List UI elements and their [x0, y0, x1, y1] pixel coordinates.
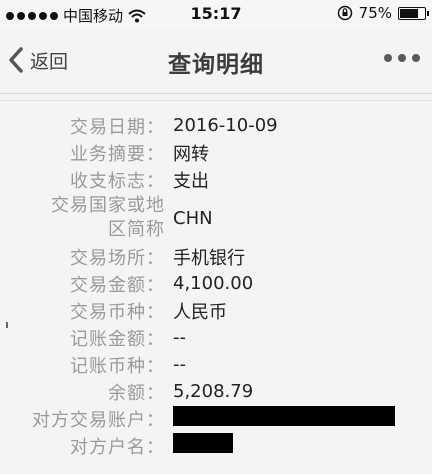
divider [0, 100, 432, 101]
detail-value: CHN [173, 207, 213, 229]
detail-label: 收支标志： [70, 170, 165, 192]
more-options-button[interactable] [384, 54, 420, 62]
detail-row-date: 交易日期： 2016-10-09 [0, 112, 432, 139]
detail-value: 网转 [173, 143, 209, 165]
page-title: 查询明细 [168, 52, 264, 78]
rotation-lock-icon [337, 5, 352, 21]
detail-row-country: 交易国家或地 区简称 CHN [0, 193, 432, 243]
battery-icon [398, 6, 429, 20]
detail-label: 交易日期： [70, 116, 165, 138]
detail-value: 2016-10-09 [173, 115, 278, 136]
detail-value: -- [173, 327, 186, 348]
detail-row-posted-amount: 记账金额： -- [0, 324, 432, 351]
detail-value [173, 433, 233, 458]
detail-label: 记账金额： [70, 328, 165, 350]
detail-label: 交易场所： [70, 247, 165, 269]
status-bar: 中国移动 15:17 75% [0, 0, 432, 28]
more-dot-icon [384, 54, 392, 62]
detail-value: 4,100.00 [173, 273, 254, 294]
detail-label: 交易币种： [70, 301, 165, 323]
detail-value: 手机银行 [173, 247, 245, 269]
detail-value [173, 406, 395, 431]
detail-row-posted-currency: 记账币种： -- [0, 351, 432, 378]
detail-label-line1: 交易国家或地 [51, 195, 165, 216]
detail-row-counterparty-account: 对方交易账户： [0, 405, 432, 432]
more-dot-icon [398, 54, 406, 62]
redaction-block [173, 406, 395, 426]
detail-label: 余额： [108, 382, 165, 404]
detail-value: 人民币 [173, 301, 227, 323]
status-right: 75% [337, 4, 429, 22]
redaction-block [173, 433, 233, 453]
detail-row-counterparty-name: 对方户名： [0, 432, 432, 459]
detail-label: 交易金额： [70, 274, 165, 296]
scroll-indicator [6, 322, 8, 328]
detail-label: 对方户名： [70, 436, 165, 458]
detail-value: 支出 [173, 170, 209, 192]
detail-row-currency: 交易币种： 人民币 [0, 297, 432, 324]
detail-row-balance: 余额： 5,208.79 [0, 378, 432, 405]
detail-row-venue: 交易场所： 手机银行 [0, 243, 432, 270]
detail-label: 记账币种： [70, 355, 165, 377]
detail-label: 对方交易账户： [32, 409, 165, 431]
navigation-bar: 返回 查询明细 [0, 28, 432, 94]
detail-label-line2: 区简称 [108, 219, 165, 240]
detail-label: 业务摘要： [70, 143, 165, 165]
transaction-details: 交易日期： 2016-10-09 业务摘要： 网转 收支标志： 支出 交易国家或… [0, 112, 432, 459]
more-dot-icon [412, 54, 420, 62]
battery-percent: 75% [358, 4, 392, 22]
detail-row-summary: 业务摘要： 网转 [0, 139, 432, 166]
detail-row-amount: 交易金额： 4,100.00 [0, 270, 432, 297]
detail-value: 5,208.79 [173, 381, 254, 402]
detail-label: 交易国家或地 区简称 [0, 194, 165, 242]
detail-value: -- [173, 354, 186, 375]
detail-row-direction: 收支标志： 支出 [0, 166, 432, 193]
